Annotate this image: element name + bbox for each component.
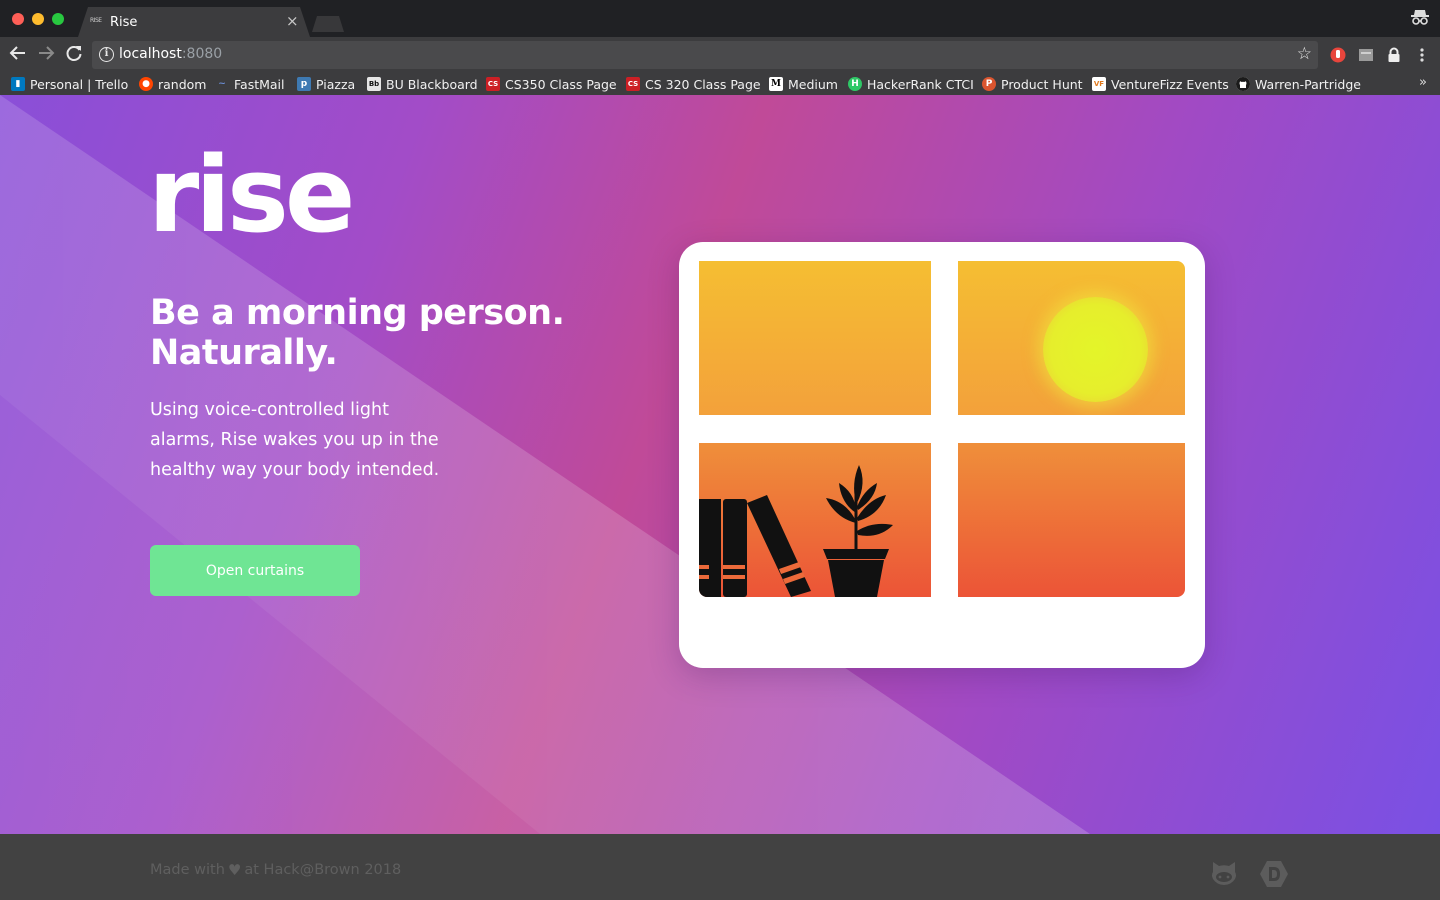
tab-favicon-icon: RISE [90, 17, 102, 24]
bookmark-product-hunt[interactable]: P Product Hunt [982, 75, 1083, 93]
github-icon[interactable] [1210, 860, 1238, 886]
fastmail-icon: ~ [218, 79, 226, 89]
tab-close-icon[interactable]: × [286, 12, 299, 30]
bookmark-label: CS350 Class Page [505, 76, 617, 92]
bookmarks-overflow-button[interactable]: » [1419, 75, 1427, 90]
browser-titlebar: RISE Rise × [0, 0, 1440, 37]
maximize-window-button[interactable] [52, 13, 64, 25]
bookmark-label: Medium [788, 76, 838, 92]
bookmark-label: Warren-Partridge [1255, 76, 1361, 92]
reddit-icon: ● [139, 77, 153, 91]
extension-window-icon[interactable] [1358, 47, 1374, 63]
bookmark-label: random [158, 76, 207, 92]
cs-icon: CS [486, 77, 500, 91]
bookmark-trello[interactable]: ▮ Personal | Trello [11, 75, 128, 93]
medium-icon: M [769, 77, 783, 91]
hackerrank-icon: H [848, 77, 862, 91]
footer-text-after: at Hack@Brown 2018 [244, 862, 402, 878]
trello-icon: ▮ [11, 77, 25, 91]
bookmark-random[interactable]: ● random [139, 75, 206, 93]
bookmark-hackerrank[interactable]: H HackerRank CTCI [848, 75, 974, 93]
bookmark-label: Product Hunt [1001, 76, 1083, 92]
bookmark-label: BU Blackboard [386, 76, 478, 92]
back-arrow-icon[interactable] [9, 44, 27, 67]
bookmark-piazza[interactable]: p Piazza [297, 75, 355, 93]
bookmark-fastmail[interactable]: ~ FastMail [215, 75, 285, 93]
kebab-menu-icon[interactable] [1414, 47, 1430, 63]
footer-credit: Made with ♥ at Hack@Brown 2018 [150, 861, 401, 879]
window-pane-top-left [699, 261, 931, 415]
window-illustration [679, 242, 1205, 668]
footer-text-before: Made with [150, 862, 225, 878]
github-icon [1236, 77, 1250, 91]
info-icon[interactable]: i [99, 47, 114, 62]
page-headline: Be a morning person. Naturally. [150, 293, 565, 373]
bookmark-cs350[interactable]: CS CS350 Class Page [486, 75, 617, 93]
page-footer: Made with ♥ at Hack@Brown 2018 [0, 834, 1440, 900]
bookmark-label: HackerRank CTCI [867, 76, 974, 92]
bookmark-label: FastMail [234, 76, 285, 92]
sun-icon [1043, 297, 1148, 402]
minimize-window-button[interactable] [32, 13, 44, 25]
page-description: Using voice-controlled light alarms, Ris… [150, 400, 440, 480]
bookmark-label: CS 320 Class Page [645, 76, 761, 92]
forward-arrow-icon[interactable] [37, 44, 55, 67]
bookmark-warren-partridge[interactable]: Warren-Partridge [1236, 75, 1361, 93]
tab-rise[interactable]: RISE Rise × [78, 7, 310, 37]
piazza-icon: p [297, 77, 311, 91]
window-pane-bottom-right [958, 443, 1185, 597]
blackboard-icon: Bb [367, 77, 381, 91]
window-pane-bottom-left [699, 443, 931, 597]
tab-title: Rise [110, 15, 138, 30]
bookmark-label: Personal | Trello [30, 76, 129, 92]
bookmark-blackboard[interactable]: Bb BU Blackboard [367, 75, 478, 93]
heart-icon: ♥ [227, 861, 242, 879]
bookmark-label: Piazza [316, 76, 356, 92]
product-hunt-icon: P [982, 77, 996, 91]
close-window-button[interactable] [12, 13, 24, 25]
bookmark-venturefizz[interactable]: VF VentureFizz Events [1092, 75, 1229, 93]
hero-section: rise Be a morning person. Naturally. Usi… [0, 95, 1440, 834]
rise-logo: rise [148, 134, 355, 256]
bookmark-label: VentureFizz Events [1111, 76, 1229, 92]
extension-shield-icon[interactable] [1330, 47, 1346, 63]
bookmarks-bar: ▮ Personal | Trello ● random ~ FastMail … [0, 73, 1440, 95]
browser-toolbar: i localhost:8080 ☆ [0, 37, 1440, 73]
incognito-icon [1410, 8, 1430, 30]
bookmark-cs320[interactable]: CS CS 320 Class Page [626, 75, 761, 93]
address-bar[interactable]: i localhost:8080 ☆ [92, 41, 1318, 69]
books-icon [699, 495, 811, 597]
reload-icon[interactable] [65, 44, 83, 67]
window-pane-top-right [958, 261, 1185, 415]
star-icon[interactable]: ☆ [1297, 44, 1312, 64]
lock-icon[interactable] [1386, 47, 1402, 63]
url-text: localhost:8080 [119, 46, 223, 62]
new-tab-button[interactable] [312, 16, 344, 32]
open-curtains-button[interactable]: Open curtains [150, 545, 360, 596]
plant-icon [823, 465, 893, 597]
bookmark-medium[interactable]: M Medium [769, 75, 838, 93]
venturefizz-icon: VF [1092, 77, 1106, 91]
devpost-icon[interactable] [1259, 859, 1289, 889]
cs-icon: CS [626, 77, 640, 91]
